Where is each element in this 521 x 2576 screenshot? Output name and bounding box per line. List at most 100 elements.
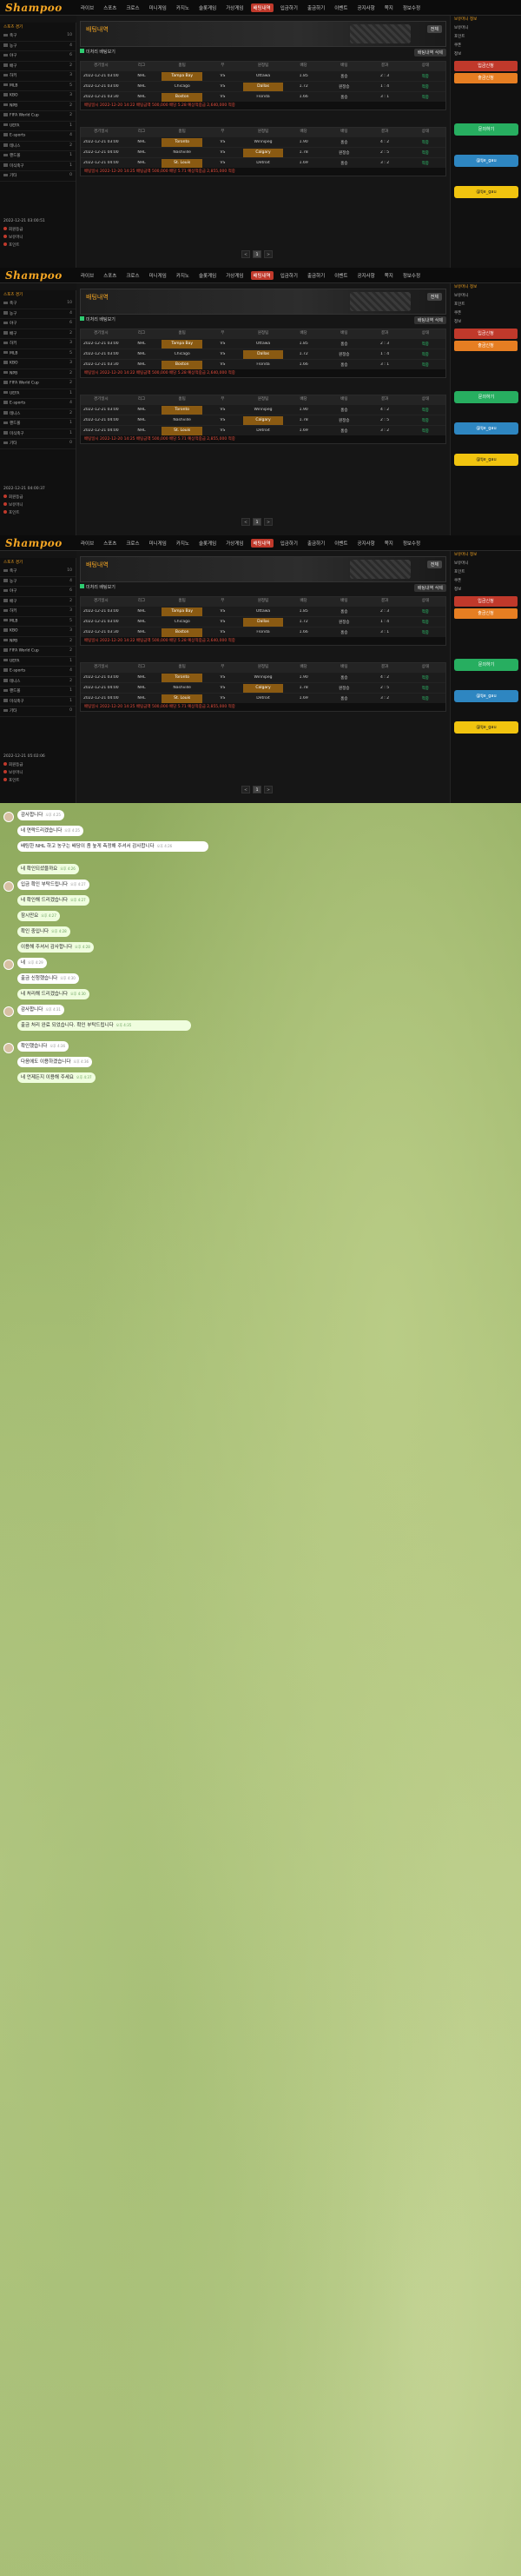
checkbox-icon[interactable]: [80, 316, 84, 321]
sidebar-item[interactable]: 테니스 2: [0, 677, 76, 687]
sidebar-item[interactable]: FIFA World Cup 2: [0, 379, 76, 389]
all-filter-button[interactable]: 전체: [426, 293, 442, 301]
nav-profile[interactable]: 정보수정: [400, 3, 423, 12]
contact-button[interactable]: 문의하기: [454, 659, 518, 671]
sidebar-item[interactable]: FIFA World Cup 2: [0, 647, 76, 657]
nav-event[interactable]: 이벤트: [332, 539, 350, 548]
telegram-button[interactable]: @tje_gau: [454, 422, 518, 435]
kakao-button[interactable]: @tje_gau: [454, 186, 518, 198]
all-filter-button[interactable]: 전체: [426, 561, 442, 568]
telegram-button[interactable]: @tje_gau: [454, 690, 518, 702]
nav-message[interactable]: 쪽지: [382, 539, 396, 548]
nav-event[interactable]: 이벤트: [332, 271, 350, 280]
nav-deposit[interactable]: 입금하기: [278, 3, 300, 12]
sidebar-item[interactable]: NPB 2: [0, 369, 76, 379]
checkbox-icon[interactable]: [80, 49, 84, 53]
sidebar-item[interactable]: 축구 10: [0, 567, 76, 577]
nav-sports[interactable]: 스포츠: [101, 3, 119, 12]
nav-message[interactable]: 쪽지: [382, 271, 396, 280]
next-page-button[interactable]: >: [264, 518, 273, 526]
site-logo[interactable]: Shampoo: [5, 269, 63, 282]
nav-notice[interactable]: 공지사항: [354, 271, 377, 280]
nav-virtual[interactable]: 가상게임: [223, 539, 246, 548]
nav-slot[interactable]: 슬롯게임: [196, 271, 219, 280]
nav-message[interactable]: 쪽지: [382, 3, 396, 12]
sidebar-item[interactable]: 축구 10: [0, 299, 76, 309]
nav-casino[interactable]: 카지노: [174, 3, 192, 12]
sidebar-item[interactable]: 기타 0: [0, 171, 76, 182]
sidebar-item[interactable]: NPB 2: [0, 102, 76, 111]
nav-bet-history[interactable]: 배팅내역: [250, 539, 274, 548]
nav-live[interactable]: 라이브: [78, 271, 96, 280]
nav-minigame[interactable]: 미니게임: [147, 271, 169, 280]
sidebar-item[interactable]: NPB 2: [0, 637, 76, 647]
sidebar-item[interactable]: 농구 4: [0, 577, 76, 587]
sidebar-item[interactable]: 테니스 2: [0, 142, 76, 151]
contact-button[interactable]: 문의하기: [454, 123, 518, 136]
sidebar-item[interactable]: 기타 0: [0, 439, 76, 449]
withdraw-button[interactable]: 출금신청: [454, 341, 518, 351]
nav-deposit[interactable]: 입금하기: [278, 539, 300, 548]
nav-profile[interactable]: 정보수정: [400, 271, 423, 280]
nav-notice[interactable]: 공지사항: [354, 3, 377, 12]
sidebar-item[interactable]: 테니스 2: [0, 409, 76, 419]
sidebar-item[interactable]: 배구 2: [0, 329, 76, 339]
prev-page-button[interactable]: <: [241, 518, 250, 526]
nav-withdraw[interactable]: 출금하기: [305, 271, 327, 280]
delete-history-button[interactable]: 배팅내역 삭제: [413, 49, 446, 56]
contact-button[interactable]: 문의하기: [454, 391, 518, 403]
sidebar-item[interactable]: 미식축구 1: [0, 162, 76, 171]
sidebar-item[interactable]: 핸드볼 1: [0, 687, 76, 697]
kakao-button[interactable]: @tje_gau: [454, 454, 518, 466]
deposit-button[interactable]: 입금신청: [454, 61, 518, 71]
nav-withdraw[interactable]: 출금하기: [305, 539, 327, 548]
nav-sports[interactable]: 스포츠: [101, 539, 119, 548]
sidebar-item[interactable]: UEFA 1: [0, 122, 76, 131]
sidebar-item[interactable]: 하키 3: [0, 607, 76, 617]
nav-live[interactable]: 라이브: [78, 3, 96, 12]
nav-casino[interactable]: 카지노: [174, 271, 192, 280]
sidebar-item[interactable]: MLB 5: [0, 349, 76, 359]
sidebar-item[interactable]: KBO 3: [0, 91, 76, 102]
nav-sports[interactable]: 스포츠: [101, 271, 119, 280]
sidebar-item[interactable]: 미식축구 1: [0, 429, 76, 439]
deposit-button[interactable]: 입금신청: [454, 596, 518, 607]
sidebar-item[interactable]: 야구 6: [0, 51, 76, 62]
prev-page-button[interactable]: <: [241, 786, 250, 793]
sidebar-item[interactable]: 기타 0: [0, 707, 76, 717]
sidebar-item[interactable]: MLB 5: [0, 617, 76, 627]
nav-virtual[interactable]: 가상게임: [223, 3, 246, 12]
nav-bet-history[interactable]: 배팅내역: [250, 3, 274, 12]
sidebar-item[interactable]: FIFA World Cup 2: [0, 111, 76, 122]
delete-history-button[interactable]: 배팅내역 삭제: [413, 584, 446, 592]
nav-live[interactable]: 라이브: [78, 539, 96, 548]
sidebar-item[interactable]: KBO 3: [0, 359, 76, 369]
nav-deposit[interactable]: 입금하기: [278, 271, 300, 280]
sidebar-item[interactable]: E-sports 4: [0, 399, 76, 409]
sidebar-item[interactable]: 배구 2: [0, 62, 76, 71]
nav-cross[interactable]: 크로스: [123, 3, 142, 12]
sidebar-item[interactable]: KBO 3: [0, 627, 76, 637]
sidebar-item[interactable]: E-sports 4: [0, 131, 76, 142]
sidebar-item[interactable]: UEFA 1: [0, 389, 76, 399]
nav-minigame[interactable]: 미니게임: [147, 539, 169, 548]
sidebar-item[interactable]: 하키 3: [0, 339, 76, 349]
sidebar-item[interactable]: 농구 4: [0, 42, 76, 51]
telegram-button[interactable]: @tje_gau: [454, 155, 518, 167]
next-page-button[interactable]: >: [264, 250, 273, 258]
nav-slot[interactable]: 슬롯게임: [196, 539, 219, 548]
nav-bet-history[interactable]: 배팅내역: [250, 271, 274, 280]
sidebar-item[interactable]: 축구 10: [0, 31, 76, 42]
withdraw-button[interactable]: 출금신청: [454, 73, 518, 83]
deposit-button[interactable]: 입금신청: [454, 329, 518, 339]
nav-slot[interactable]: 슬롯게임: [196, 3, 219, 12]
nav-withdraw[interactable]: 출금하기: [305, 3, 327, 12]
withdraw-button[interactable]: 출금신청: [454, 608, 518, 619]
site-logo[interactable]: Shampoo: [5, 2, 63, 14]
nav-cross[interactable]: 크로스: [123, 539, 142, 548]
nav-profile[interactable]: 정보수정: [400, 539, 423, 548]
kakao-button[interactable]: @tje_gau: [454, 721, 518, 734]
sidebar-item[interactable]: 하키 3: [0, 71, 76, 82]
all-filter-button[interactable]: 전체: [426, 25, 442, 33]
nav-event[interactable]: 이벤트: [332, 3, 350, 12]
